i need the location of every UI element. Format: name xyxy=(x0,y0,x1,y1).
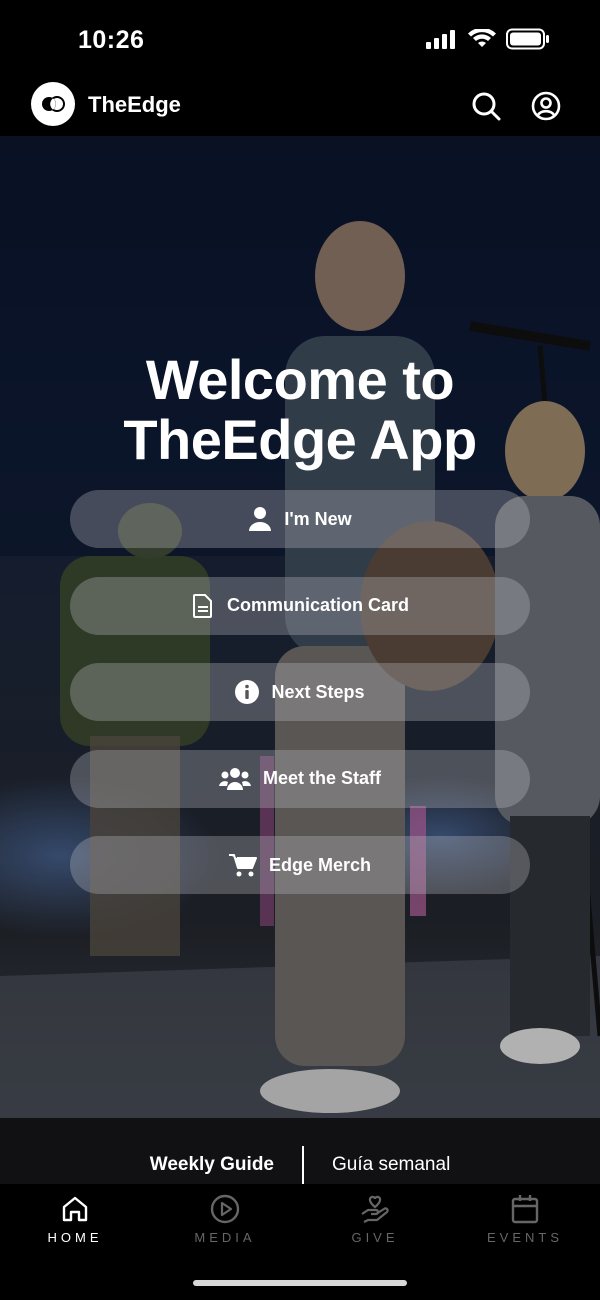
people-icon xyxy=(218,767,251,791)
meet-the-staff-label: Meet the Staff xyxy=(262,768,381,788)
battery-icon xyxy=(506,28,549,50)
profile-icon xyxy=(531,91,561,121)
nav-give-label: GIVE xyxy=(351,1230,399,1245)
status-bar: 10:26 xyxy=(0,0,600,80)
logo-icon xyxy=(42,96,65,112)
status-time: 10:26 xyxy=(78,26,145,54)
edge-merch-button[interactable]: Edge Merch xyxy=(70,836,530,894)
im-new-button[interactable]: I'm New xyxy=(70,490,530,548)
home-icon xyxy=(60,1194,90,1224)
guia-semanal-tab[interactable]: Guía semanal xyxy=(332,1154,450,1176)
weekly-guide-label: Weekly Guide xyxy=(149,1154,274,1175)
next-steps-label: Next Steps xyxy=(271,681,365,702)
nav-home[interactable]: HOME xyxy=(0,1194,150,1245)
search-icon xyxy=(472,92,501,121)
nav-media-label: MEDIA xyxy=(194,1230,256,1245)
guia-semanal-label: Guía semanal xyxy=(332,1154,451,1175)
info-icon xyxy=(235,680,260,704)
app-title: TheEdge xyxy=(88,92,181,117)
communication-card-button[interactable]: Communication Card xyxy=(70,576,530,635)
person-icon xyxy=(248,507,272,531)
nav-events-label: EVENTS xyxy=(486,1230,563,1245)
nav-home-label: HOME xyxy=(47,1230,103,1245)
weekly-guide-tab[interactable]: Weekly Guide xyxy=(0,1118,302,1184)
guide-tab-bar: Weekly Guide Guía semanal xyxy=(0,1118,600,1184)
status-icons xyxy=(426,28,550,50)
guide-divider xyxy=(302,1146,304,1184)
nav-give[interactable]: GIVE xyxy=(300,1194,450,1245)
welcome-heading: Welcome to TheEdge App xyxy=(0,350,600,470)
app-logo[interactable] xyxy=(31,82,75,126)
search-button[interactable] xyxy=(470,90,502,122)
cart-icon xyxy=(228,853,257,877)
welcome-line-1: Welcome to xyxy=(145,348,455,411)
calendar-icon xyxy=(510,1194,540,1224)
app-header: TheEdge xyxy=(0,80,600,136)
welcome-line-2: TheEdge App xyxy=(123,408,477,471)
give-icon xyxy=(360,1194,390,1224)
next-steps-button[interactable]: Next Steps xyxy=(70,663,530,721)
edge-merch-label: Edge Merch xyxy=(268,854,372,875)
signal-icon xyxy=(426,30,455,49)
action-button-list: I'm New Communication Card Next Steps Me… xyxy=(70,490,530,923)
nav-events[interactable]: EVENTS xyxy=(450,1194,600,1245)
communication-card-label: Communication Card xyxy=(226,595,409,615)
document-icon xyxy=(191,593,215,618)
meet-the-staff-button[interactable]: Meet the Staff xyxy=(70,749,530,808)
nav-media[interactable]: MEDIA xyxy=(150,1194,300,1245)
im-new-label: I'm New xyxy=(284,508,352,529)
home-indicator xyxy=(193,1280,407,1286)
hero-section: Welcome to TheEdge App I'm New Communica… xyxy=(0,136,600,1118)
play-icon xyxy=(210,1194,240,1224)
profile-button[interactable] xyxy=(530,90,562,122)
wifi-icon xyxy=(468,29,496,47)
